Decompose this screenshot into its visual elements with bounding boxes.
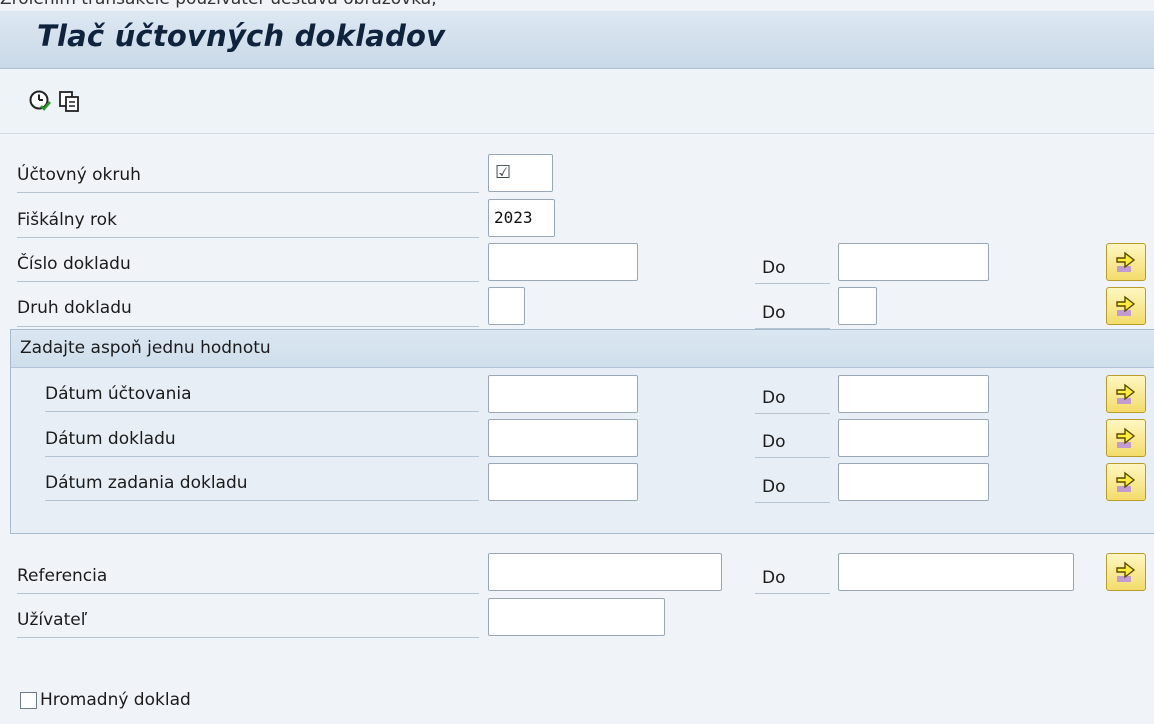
divider xyxy=(755,457,830,458)
multiple-selection-button[interactable] xyxy=(1106,375,1146,413)
divider xyxy=(755,283,830,284)
arrow-right-icon xyxy=(1116,383,1136,404)
divider xyxy=(17,237,479,238)
divider xyxy=(755,413,830,414)
top-caption: Zrolením transakcie používateľ uestáva o… xyxy=(0,0,1154,11)
multiple-selection-button[interactable] xyxy=(1106,553,1146,591)
multiple-selection-button[interactable] xyxy=(1106,287,1146,325)
posting-date-from-field[interactable] xyxy=(488,375,638,413)
entry-date-from-field[interactable] xyxy=(488,463,638,501)
divider xyxy=(17,281,479,282)
document-type-to-label: Do xyxy=(762,303,786,323)
mass-document-label: Hromadný doklad xyxy=(40,690,191,710)
document-number-to-field[interactable] xyxy=(838,243,989,281)
arrow-right-icon xyxy=(1116,561,1136,582)
company-code-field[interactable]: ☑ xyxy=(488,154,553,192)
document-number-label: Číslo dokladu xyxy=(17,254,131,274)
divider xyxy=(45,500,479,501)
title-bar: Tlač účtovných dokladov xyxy=(0,11,1154,69)
user-label: Užívateľ xyxy=(17,610,88,630)
posting-date-label: Dátum účtovania xyxy=(45,384,192,404)
page-title: Tlač účtovných dokladov xyxy=(37,19,446,53)
multiple-selection-button[interactable] xyxy=(1106,463,1146,501)
document-date-from-field[interactable] xyxy=(488,419,638,457)
document-date-to-field[interactable] xyxy=(838,419,989,457)
multiple-selection-button[interactable] xyxy=(1106,243,1146,281)
document-type-label: Druh dokladu xyxy=(17,298,132,318)
document-date-to-label: Do xyxy=(762,432,786,452)
reference-to-label: Do xyxy=(762,568,786,588)
entry-date-label: Dátum zadania dokladu xyxy=(45,473,248,493)
posting-date-to-label: Do xyxy=(762,388,786,408)
reference-label: Referencia xyxy=(17,566,108,586)
reference-from-field[interactable] xyxy=(488,553,722,591)
document-type-to-field[interactable] xyxy=(838,287,877,325)
arrow-right-icon xyxy=(1116,427,1136,448)
arrow-right-icon xyxy=(1116,295,1136,316)
company-code-label: Účtovný okruh xyxy=(17,165,141,185)
arrow-right-icon xyxy=(1116,251,1136,272)
divider xyxy=(17,593,479,594)
divider xyxy=(45,411,479,412)
divider xyxy=(17,637,479,638)
entry-date-to-field[interactable] xyxy=(838,463,989,501)
group-title: Zadajte aspoň jednu hodnotu xyxy=(20,338,271,358)
document-number-to-label: Do xyxy=(762,258,786,278)
document-type-from-field[interactable] xyxy=(488,287,525,325)
document-date-label: Dátum dokladu xyxy=(45,429,176,449)
group-header: Zadajte aspoň jednu hodnotu xyxy=(11,330,1154,368)
copy-variant-icon[interactable] xyxy=(57,89,81,113)
posting-date-to-field[interactable] xyxy=(838,375,989,413)
reference-to-field[interactable] xyxy=(838,553,1074,591)
divider xyxy=(755,593,830,594)
divider xyxy=(17,326,479,327)
application-toolbar xyxy=(0,69,1154,134)
fiscal-year-field[interactable]: 2023 xyxy=(488,199,555,237)
clock-execute-icon[interactable] xyxy=(28,89,52,113)
divider xyxy=(755,502,830,503)
multiple-selection-button[interactable] xyxy=(1106,419,1146,457)
document-number-from-field[interactable] xyxy=(488,243,638,281)
user-field[interactable] xyxy=(488,598,665,636)
fiscal-year-label: Fiškálny rok xyxy=(17,210,117,230)
arrow-right-icon xyxy=(1116,471,1136,492)
mass-document-checkbox[interactable] xyxy=(20,692,37,709)
entry-date-to-label: Do xyxy=(762,477,786,497)
divider xyxy=(17,192,479,193)
divider xyxy=(45,456,479,457)
